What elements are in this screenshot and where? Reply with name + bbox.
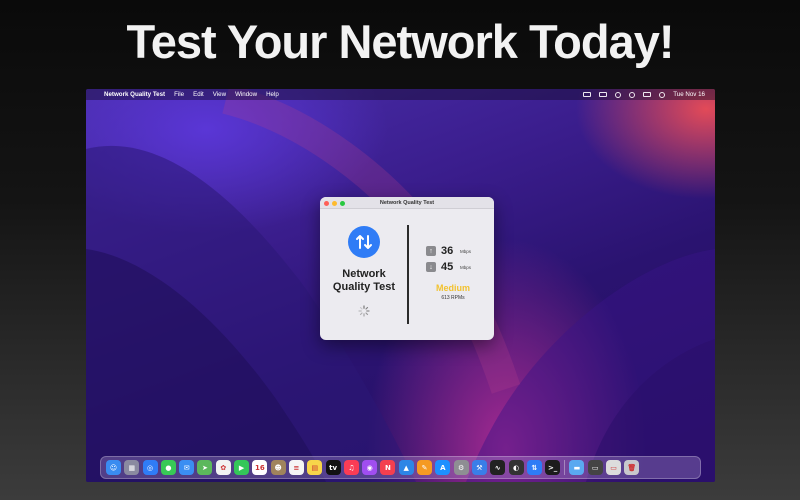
- minimize-button[interactable]: [332, 200, 337, 206]
- battery-icon[interactable]: [599, 92, 608, 97]
- dock-terminal-icon[interactable]: >_: [545, 460, 561, 475]
- dock-photos-icon[interactable]: ✿: [215, 460, 231, 475]
- wifi-icon[interactable]: [615, 91, 622, 98]
- dock-network-quality-icon[interactable]: ⇅: [526, 460, 542, 475]
- upload-speed-value: 36: [441, 245, 454, 257]
- dock-launchpad-icon[interactable]: ▦: [124, 460, 140, 475]
- dock-pages-icon[interactable]: ✎: [417, 460, 433, 475]
- dock-facetime-icon[interactable]: ▶: [234, 460, 250, 475]
- menu-bar: Network Quality Test File Edit View Wind…: [86, 89, 715, 100]
- dock: ☺ ▦ ◎ ● ✉ ➤ ✿ ▶ 16 ☻ ≡ ▤ tv ♫ ◉ N ▲ ✎ A ⚙ ⚒ ∿ ◐ ⇅ >_ ▬ ▭ ▭ 🗑: [100, 456, 701, 479]
- dock-downloads-folder-icon[interactable]: ▬: [569, 460, 585, 475]
- dock-xcode-icon[interactable]: ⚒: [471, 460, 487, 475]
- dock-separator: [564, 460, 566, 475]
- dock-mail-icon[interactable]: ✉: [179, 460, 195, 475]
- dock-github-icon[interactable]: ◐: [508, 460, 524, 475]
- app-info-pane: Network Quality Test: [320, 209, 408, 340]
- dock-trash-icon[interactable]: 🗑: [624, 460, 640, 475]
- dock-music-icon[interactable]: ♫: [343, 460, 359, 475]
- dock-system-preferences-icon[interactable]: ⚙: [453, 460, 469, 475]
- control-center-icon[interactable]: [643, 92, 652, 97]
- dock-preview-stack-icon[interactable]: ▭: [606, 460, 622, 475]
- zoom-button[interactable]: [340, 200, 345, 206]
- up-down-arrows-icon: [348, 226, 380, 258]
- dock-podcasts-icon[interactable]: ◉: [362, 460, 378, 475]
- pane-divider: [407, 225, 409, 324]
- menu-file[interactable]: File: [174, 91, 184, 98]
- siri-icon[interactable]: [659, 91, 666, 98]
- dock-safari-icon[interactable]: ◎: [142, 460, 158, 475]
- quality-rating: Medium: [435, 283, 470, 293]
- arrow-up-icon: ↑: [426, 246, 436, 256]
- dock-finder-icon[interactable]: ☺: [106, 460, 121, 475]
- arrow-down-icon: ↓: [426, 262, 436, 272]
- dock-tv-icon[interactable]: tv: [325, 460, 341, 475]
- menu-window[interactable]: Window: [235, 91, 257, 98]
- download-speed-value: 45: [441, 261, 454, 273]
- loading-spinner-icon: [358, 305, 370, 317]
- results-pane: ↑ 36 Mbps ↓ 45 Mbps Medium 613 RPMs: [412, 209, 494, 340]
- upload-row: ↑ 36 Mbps: [426, 245, 471, 257]
- display-icon[interactable]: [583, 92, 592, 97]
- dock-maps-icon[interactable]: ➤: [197, 460, 213, 475]
- app-name-line1: Network: [342, 268, 386, 280]
- dock-reminders-icon[interactable]: ≡: [288, 460, 304, 475]
- search-icon[interactable]: [629, 91, 636, 98]
- download-row: ↓ 45 Mbps: [426, 261, 471, 273]
- dock-news-icon[interactable]: N: [380, 460, 396, 475]
- upload-speed-unit: Mbps: [460, 248, 472, 254]
- window-titlebar[interactable]: Network Quality Test: [320, 197, 494, 209]
- download-speed-unit: Mbps: [460, 264, 472, 270]
- dock-calendar-icon[interactable]: 16: [252, 460, 268, 475]
- dock-activity-monitor-icon[interactable]: ∿: [490, 460, 506, 475]
- dock-messages-icon[interactable]: ●: [160, 460, 176, 475]
- app-name-line2: Quality Test: [332, 281, 396, 293]
- dock-notes-icon[interactable]: ▤: [307, 460, 323, 475]
- headline: Test Your Network Today!: [126, 15, 674, 68]
- menu-view[interactable]: View: [213, 91, 226, 98]
- app-window: Network Quality Test Network Quality Tes…: [320, 197, 494, 340]
- menu-help[interactable]: Help: [266, 91, 279, 98]
- close-button[interactable]: [324, 200, 329, 206]
- responsiveness-rpm: 613 RPMs: [441, 295, 465, 301]
- dock-app-store-icon[interactable]: A: [435, 460, 451, 475]
- menu-app-name[interactable]: Network Quality Test: [104, 91, 165, 98]
- dock-recent-window-icon[interactable]: ▭: [587, 460, 603, 475]
- dock-keynote-icon[interactable]: ▲: [398, 460, 414, 475]
- menu-edit[interactable]: Edit: [193, 91, 204, 98]
- dock-contacts-icon[interactable]: ☻: [270, 460, 286, 475]
- menubar-clock[interactable]: Tue Nov 16: [673, 91, 705, 98]
- desktop-screen: Network Quality Test File Edit View Wind…: [86, 89, 715, 482]
- window-title: Network Quality Test: [379, 200, 435, 206]
- app-name-label: Network Quality Test: [320, 268, 408, 294]
